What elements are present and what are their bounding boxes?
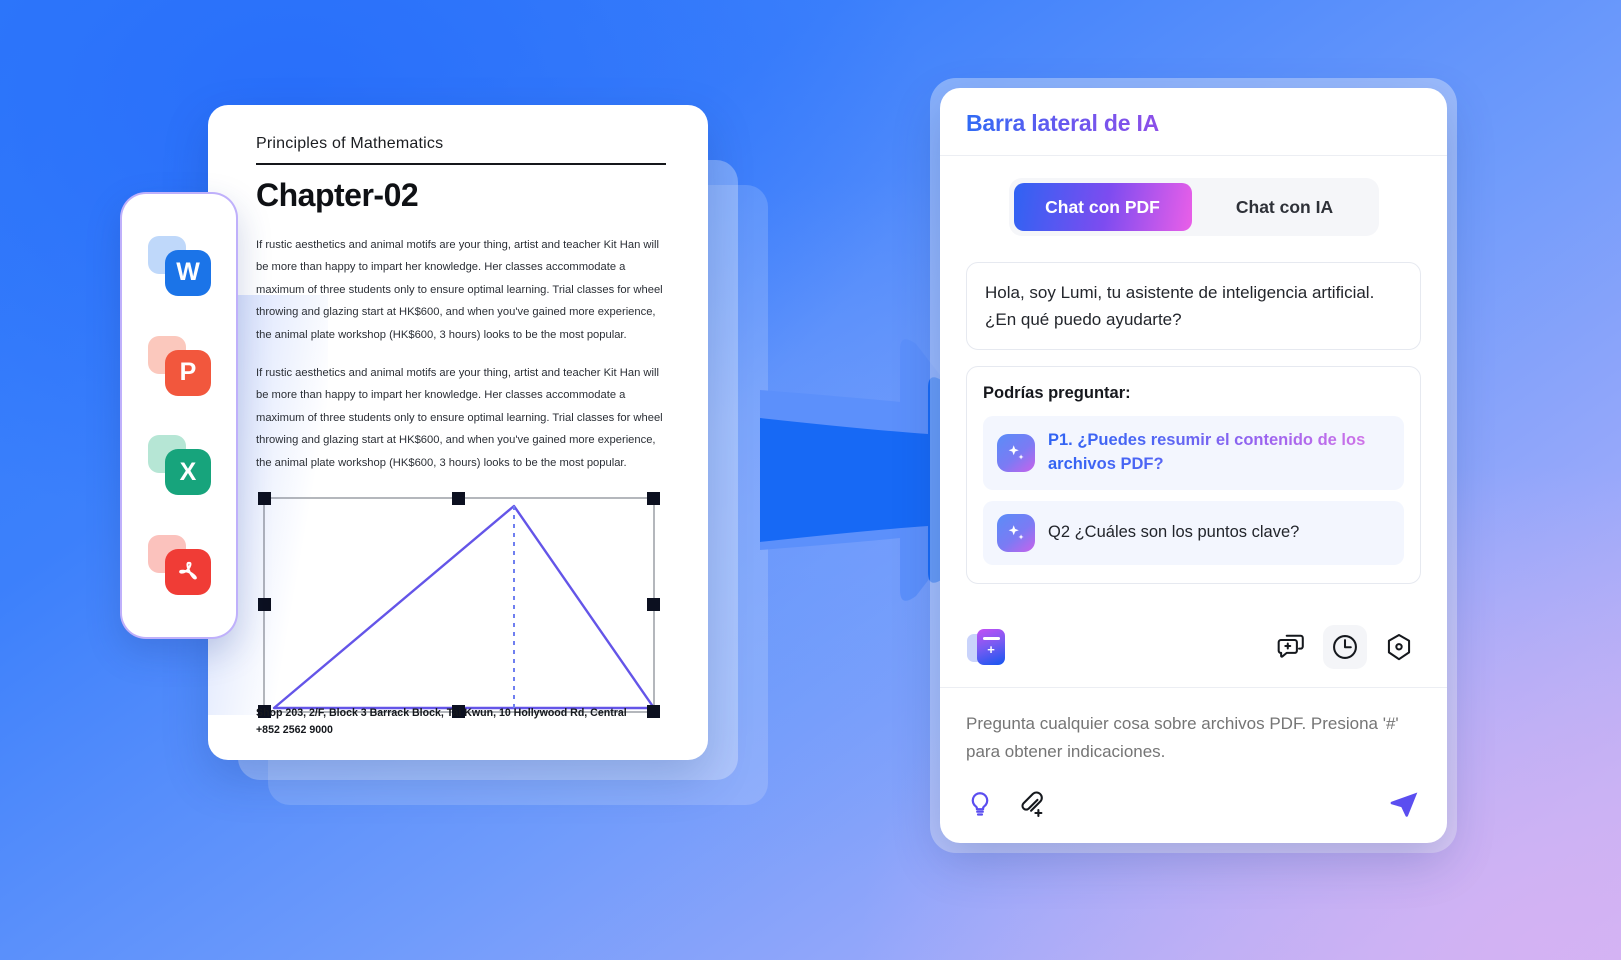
suggestion-item-1[interactable]: P1. ¿Puedes resumir el contenido de los … [983,416,1404,491]
chat-mode-tabs: Chat con PDF Chat con IA [1008,178,1379,236]
pdf-acrobat-glyph [179,561,197,580]
add-to-library-button[interactable]: + [966,625,1010,669]
document-footer: Shop 203, 2/F, Block 3 Barrack Block, Ta… [256,705,627,738]
word-file-icon-letter: W [176,258,200,287]
history-clock-icon [1333,634,1357,659]
ai-sidebar-toolbar: + [940,609,1447,688]
sparkle-glyph [1008,525,1024,540]
tab-chat-con-pdf[interactable]: Chat con PDF [1013,183,1192,231]
document-page[interactable]: Principles of Mathematics Chapter-02 If … [208,105,708,760]
sparkle-glyph [1008,445,1024,460]
document-footer-address: Shop 203, 2/F, Block 3 Barrack Block, Ta… [256,707,627,720]
settings-button[interactable] [1377,625,1421,669]
toolbar-right-group [1269,624,1421,669]
triangle-diagram[interactable] [256,490,662,720]
sparkle-icon [997,514,1035,553]
composer-input[interactable] [966,709,1421,766]
pdf-file-icon[interactable] [148,535,211,596]
new-chat-button[interactable] [1269,625,1313,669]
powerpoint-file-icon[interactable]: P [148,335,211,396]
excel-file-icon-letter: X [179,457,197,486]
ai-sidebar-header: Barra lateral de IA [940,88,1447,156]
document-header-title: Principles of Mathematics [256,135,444,152]
document-footer-phone: +852 2562 9000 [256,723,333,736]
attach-file-button[interactable] [1016,789,1046,819]
attachment-add-icon [1021,791,1043,818]
new-chat-icon [1277,634,1304,658]
document-paragraph-2: If rustic aesthetics and animal motifs a… [256,367,663,469]
assistant-greeting-message: Hola, soy Lumi, tu asistente de intelige… [966,262,1421,351]
ai-sidebar: Barra lateral de IA Chat con PDF Chat co… [940,88,1447,843]
word-file-icon[interactable]: W [148,235,211,296]
composer-input-wrap [940,688,1447,771]
send-icon [1390,792,1418,817]
document-header-rule [256,163,666,165]
suggestion-item-2[interactable]: Q2 ¿Cuáles son los puntos clave? [983,501,1404,566]
suggestion-item-2-label: Q2 ¿Cuáles son los puntos clave? [1048,523,1300,542]
file-types-rail: W P X [120,192,238,639]
prompt-library-button[interactable] [966,790,994,818]
tab-chat-con-ia[interactable]: Chat con IA [1196,183,1374,231]
excel-file-icon-tile: X [165,449,211,496]
history-button[interactable] [1323,624,1367,669]
excel-file-icon[interactable]: X [148,435,211,496]
pdf-file-icon-tile [165,549,211,596]
add-to-library-icon-bar [982,637,1000,641]
document-figure[interactable] [256,490,662,720]
composer-actions [940,771,1447,843]
ai-sidebar-title: Barra lateral de IA [966,110,1160,136]
settings-hexagon-icon [1387,633,1411,661]
suggestion-item-1-label: P1. ¿Puedes resumir el contenido de los … [1048,429,1390,477]
powerpoint-file-icon-tile: P [165,349,211,396]
sparkle-icon [997,434,1035,473]
send-button[interactable] [1387,787,1421,821]
lightbulb-icon [971,792,989,816]
ai-sidebar-body: Chat con PDF Chat con IA Hola, soy Lumi,… [940,156,1447,609]
add-to-library-icon-plus: + [987,642,995,658]
document-paragraph-1: If rustic aesthetics and animal motifs a… [256,239,663,341]
word-file-icon-tile: W [165,249,211,296]
add-to-library-icon: + [967,626,1009,668]
suggestions-card: Podrías preguntar: P1. ¿Puedes resumir e… [966,366,1421,585]
powerpoint-file-icon-letter: P [179,358,197,387]
toolbar-left-group: + [966,625,1010,669]
document-chapter-heading: Chapter-02 [256,177,419,213]
add-to-library-icon-front: + [977,628,1005,665]
suggestions-heading: Podrías preguntar: [983,384,1131,403]
